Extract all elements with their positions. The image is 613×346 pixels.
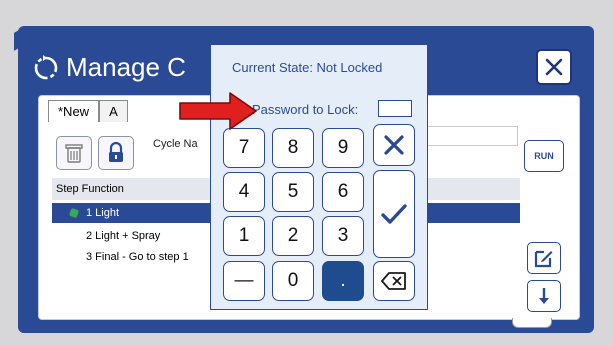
dialog-header: Manage C — [32, 52, 186, 83]
password-input[interactable] — [378, 100, 412, 117]
edit-button[interactable] — [527, 242, 561, 274]
key-7[interactable]: 7 — [223, 128, 265, 168]
password-label: Password to Lock: — [252, 102, 359, 117]
trash-icon — [65, 144, 83, 163]
arrow-down-icon — [539, 288, 549, 304]
key-1[interactable]: 1 — [223, 216, 265, 256]
tab-new[interactable]: *New — [48, 100, 100, 122]
lock-icon — [109, 142, 123, 162]
move-down-button[interactable] — [527, 280, 561, 312]
dialog-title: Manage C — [66, 52, 186, 82]
row-label: 2 Light + Spray — [86, 230, 161, 242]
tab-bar: *New A — [48, 100, 128, 122]
lock-button[interactable] — [98, 136, 134, 170]
cycle-icon — [34, 54, 58, 79]
confirm-key[interactable] — [373, 170, 415, 258]
cycle-name-label: Cycle Na — [153, 138, 198, 150]
run-button[interactable]: RUN — [524, 140, 564, 172]
checkmark-icon — [381, 204, 407, 224]
red-pointer-arrow-icon — [179, 92, 257, 130]
active-step-icon — [68, 207, 80, 219]
key-9[interactable]: 9 — [322, 128, 364, 168]
scroll-nub — [512, 318, 552, 328]
cancel-x-icon — [384, 135, 404, 155]
key-8[interactable]: 8 — [272, 128, 314, 168]
key-2[interactable]: 2 — [272, 216, 314, 256]
cancel-key[interactable] — [373, 124, 415, 166]
key-decimal[interactable]: . — [322, 261, 364, 301]
key-4[interactable]: 4 — [223, 172, 265, 212]
key-6[interactable]: 6 — [322, 172, 364, 212]
row-label: 3 Final - Go to step 1 — [86, 251, 189, 263]
edit-icon — [534, 250, 553, 268]
tab-a[interactable]: A — [99, 100, 128, 122]
key-5[interactable]: 5 — [272, 172, 314, 212]
key-3[interactable]: 3 — [322, 216, 364, 256]
cycle-name-input[interactable] — [418, 126, 518, 146]
delete-button[interactable] — [56, 136, 92, 170]
close-button[interactable] — [536, 49, 572, 85]
backspace-key[interactable] — [373, 261, 415, 301]
row-label: 1 Light — [86, 207, 120, 219]
lock-state-text: Current State: Not Locked — [232, 60, 383, 75]
backspace-icon — [381, 272, 406, 290]
key-minus[interactable]: — — [223, 261, 265, 301]
key-0[interactable]: 0 — [272, 261, 314, 301]
close-x-icon — [545, 58, 563, 76]
